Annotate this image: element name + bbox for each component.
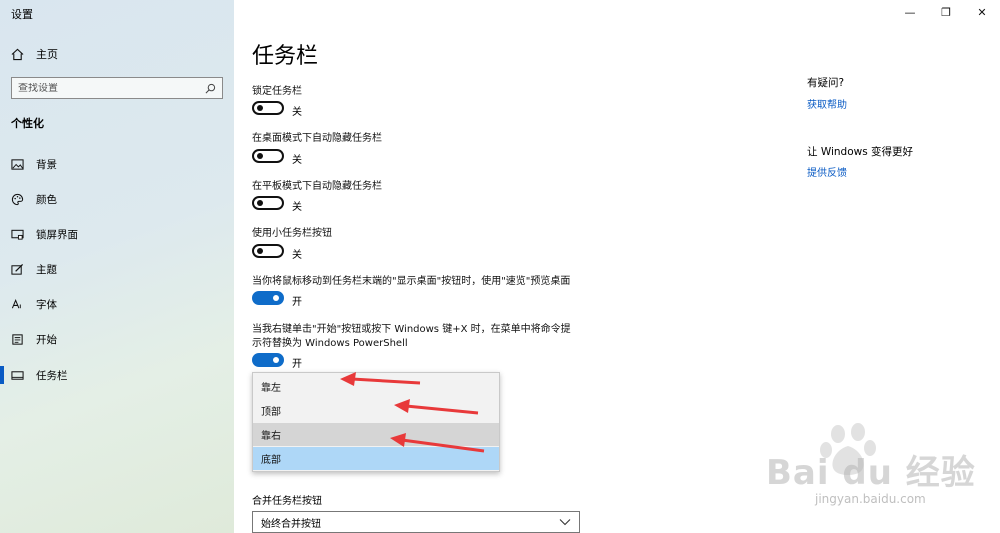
chevron-down-icon (559, 519, 571, 526)
search-icon[interactable] (205, 83, 216, 94)
toggle-knob (257, 105, 263, 111)
theme-icon (11, 263, 24, 275)
get-help-link[interactable]: 获取帮助 (807, 96, 847, 111)
sidebar-item-label: 任务栏 (36, 369, 68, 382)
sidebar-item-start[interactable]: 开始 (11, 330, 57, 348)
lock-screen-icon (11, 229, 24, 240)
sidebar-item-background[interactable]: 背景 (11, 155, 57, 173)
toggle-powershell[interactable] (252, 353, 284, 367)
toggle-state: 关 (292, 250, 302, 261)
toggle-state: 关 (292, 202, 302, 213)
toggle-knob (273, 295, 279, 301)
toggle-state: 关 (292, 107, 302, 118)
sidebar-item-taskbar[interactable]: 任务栏 (0, 366, 68, 384)
nav-home[interactable]: 主页 (11, 45, 58, 63)
nav-home-label: 主页 (36, 48, 58, 61)
setting-label-peek: 当你将鼠标移动到任务栏末端的"显示桌面"按钮时，使用"速览"预览桌面 (252, 276, 571, 287)
combine-buttons-value: 始终合并按钮 (261, 518, 321, 530)
sidebar-item-label: 背景 (36, 158, 57, 171)
toggle-peek[interactable] (252, 291, 284, 305)
minimize-button[interactable]: — (892, 0, 928, 24)
toggle-knob (257, 200, 263, 206)
sidebar-item-fonts[interactable]: 字体 (11, 295, 57, 313)
toggle-state: 关 (292, 155, 302, 166)
taskbar-icon (11, 370, 24, 380)
setting-label-small-buttons: 使用小任务栏按钮 (252, 228, 332, 239)
image-icon (11, 158, 24, 170)
taskbar-position-dropdown: 靠左 顶部 靠右 底部 (252, 372, 500, 472)
app-title: 设置 (11, 8, 33, 21)
position-option-bottom[interactable]: 底部 (253, 447, 499, 470)
toggle-state: 开 (292, 359, 302, 370)
palette-icon (11, 193, 24, 205)
setting-label-powershell-line1: 当我右键单击"开始"按钮或按下 Windows 键+X 时，在菜单中将命令提 (252, 324, 571, 335)
search-input[interactable] (18, 82, 205, 94)
toggle-small-buttons[interactable] (252, 244, 284, 258)
sidebar-item-label: 锁屏界面 (36, 228, 78, 241)
setting-label-powershell-line2: 示符替换为 Windows PowerShell (252, 338, 408, 349)
feedback-link[interactable]: 提供反馈 (807, 164, 847, 179)
search-box[interactable] (11, 77, 223, 99)
sidebar-item-label: 开始 (36, 333, 57, 346)
toggle-knob (257, 248, 263, 254)
combine-buttons-select[interactable]: 始终合并按钮 (252, 511, 580, 533)
sidebar-item-lock-screen[interactable]: 锁屏界面 (11, 225, 78, 243)
close-button[interactable]: ✕ (964, 0, 1000, 24)
toggle-state: 开 (292, 297, 302, 308)
sidebar-item-label: 字体 (36, 298, 57, 311)
home-icon (11, 48, 24, 60)
position-option-left[interactable]: 靠左 (253, 375, 499, 398)
section-title: 个性化 (11, 117, 44, 130)
maximize-button[interactable]: ❐ (928, 0, 964, 24)
toggle-lock-taskbar[interactable] (252, 101, 284, 115)
sidebar-item-label: 颜色 (36, 193, 57, 206)
toggle-knob (257, 153, 263, 159)
toggle-autohide-tablet[interactable] (252, 196, 284, 210)
font-icon (11, 298, 21, 308)
toggle-knob (273, 357, 279, 363)
start-icon (12, 333, 23, 345)
sidebar: 设置 主页 个性化 背景 颜色 锁屏界面 主题 字体 开始 任务栏 (0, 0, 234, 533)
watermark-url: jingyan.baidu.com (815, 492, 926, 506)
setting-label-autohide-tablet: 在平板模式下自动隐藏任务栏 (252, 181, 382, 192)
watermark-brand: Bai du 经验 (766, 453, 976, 493)
sidebar-item-colors[interactable]: 颜色 (11, 190, 57, 208)
position-option-right[interactable]: 靠右 (253, 423, 499, 446)
window-controls: — ❐ ✕ (892, 0, 1000, 24)
toggle-autohide-desktop[interactable] (252, 149, 284, 163)
combine-buttons-label: 合并任务栏按钮 (252, 496, 322, 507)
help-title: 有疑问? (807, 77, 845, 89)
setting-label-autohide-desktop: 在桌面模式下自动隐藏任务栏 (252, 133, 382, 144)
sidebar-item-label: 主题 (36, 263, 57, 276)
sidebar-item-themes[interactable]: 主题 (11, 260, 57, 278)
setting-label-lock-taskbar: 锁定任务栏 (252, 86, 302, 97)
position-option-top[interactable]: 顶部 (253, 399, 499, 422)
improve-title: 让 Windows 变得更好 (807, 146, 914, 158)
page-title: 任务栏 (252, 44, 319, 69)
